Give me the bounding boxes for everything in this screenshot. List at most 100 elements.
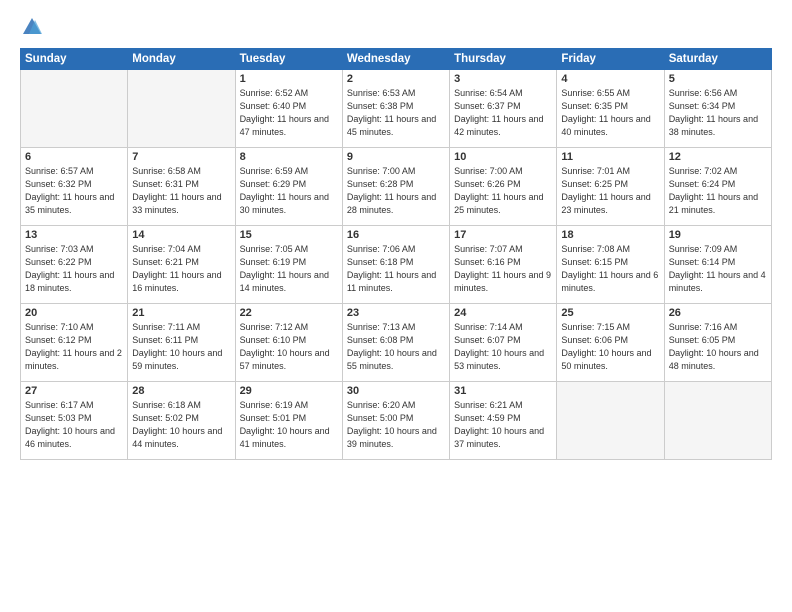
calendar-cell: 3 Sunrise: 6:54 AMSunset: 6:37 PMDaylight… xyxy=(450,70,557,148)
calendar-header-row: SundayMondayTuesdayWednesdayThursdayFrid… xyxy=(21,49,772,70)
calendar-cell: 14 Sunrise: 7:04 AMSunset: 6:21 PMDayligh… xyxy=(128,226,235,304)
day-number: 2 xyxy=(347,73,445,85)
logo-text xyxy=(20,16,43,38)
day-info: Sunrise: 6:20 AMSunset: 5:00 PMDaylight:… xyxy=(347,399,445,451)
calendar-week-1: 1Sunrise: 6:52 AMSunset: 6:40 PMDaylight… xyxy=(21,70,772,148)
day-number: 14 xyxy=(132,229,230,241)
day-number: 6 xyxy=(25,151,123,163)
day-info: Sunrise: 7:00 AMSunset: 6:26 PMDaylight:… xyxy=(454,165,552,217)
day-info: Sunrise: 7:14 AMSunset: 6:07 PMDaylight:… xyxy=(454,321,552,373)
day-number: 30 xyxy=(347,385,445,397)
day-info: Sunrise: 7:16 AMSunset: 6:05 PMDaylight:… xyxy=(669,321,767,373)
calendar-cell: 11 Sunrise: 7:01 AMSunset: 6:25 PMDayligh… xyxy=(557,148,664,226)
day-info: Sunrise: 7:02 AMSunset: 6:24 PMDaylight:… xyxy=(669,165,767,217)
calendar-cell: 13 Sunrise: 7:03 AMSunset: 6:22 PMDayligh… xyxy=(21,226,128,304)
calendar-cell: 12Sunrise: 7:02 AMSunset: 6:24 PMDayligh… xyxy=(664,148,771,226)
calendar-cell xyxy=(128,70,235,148)
day-number: 26 xyxy=(669,307,767,319)
day-info: Sunrise: 7:13 AMSunset: 6:08 PMDaylight:… xyxy=(347,321,445,373)
calendar-cell: 25 Sunrise: 7:15 AMSunset: 6:06 PMDayligh… xyxy=(557,304,664,382)
calendar-cell: 10 Sunrise: 7:00 AMSunset: 6:26 PMDayligh… xyxy=(450,148,557,226)
day-number: 5 xyxy=(669,73,767,85)
calendar-cell: 23 Sunrise: 7:13 AMSunset: 6:08 PMDayligh… xyxy=(342,304,449,382)
calendar-cell: 9 Sunrise: 7:00 AMSunset: 6:28 PMDaylight… xyxy=(342,148,449,226)
column-header-tuesday: Tuesday xyxy=(235,49,342,70)
day-info: Sunrise: 6:21 AMSunset: 4:59 PMDaylight:… xyxy=(454,399,552,451)
day-number: 10 xyxy=(454,151,552,163)
day-info: Sunrise: 6:17 AMSunset: 5:03 PMDaylight:… xyxy=(25,399,123,451)
column-header-saturday: Saturday xyxy=(664,49,771,70)
day-info: Sunrise: 7:09 AMSunset: 6:14 PMDaylight:… xyxy=(669,243,767,295)
day-info: Sunrise: 7:06 AMSunset: 6:18 PMDaylight:… xyxy=(347,243,445,295)
day-info: Sunrise: 7:04 AMSunset: 6:21 PMDaylight:… xyxy=(132,243,230,295)
day-info: Sunrise: 7:07 AMSunset: 6:16 PMDaylight:… xyxy=(454,243,552,295)
calendar-cell: 18Sunrise: 7:08 AMSunset: 6:15 PMDayligh… xyxy=(557,226,664,304)
day-number: 24 xyxy=(454,307,552,319)
day-info: Sunrise: 7:03 AMSunset: 6:22 PMDaylight:… xyxy=(25,243,123,295)
day-number: 9 xyxy=(347,151,445,163)
day-number: 23 xyxy=(347,307,445,319)
day-info: Sunrise: 6:52 AMSunset: 6:40 PMDaylight:… xyxy=(240,87,338,139)
calendar-cell: 27Sunrise: 6:17 AMSunset: 5:03 PMDayligh… xyxy=(21,382,128,460)
day-number: 20 xyxy=(25,307,123,319)
calendar-cell: 8 Sunrise: 6:59 AMSunset: 6:29 PMDaylight… xyxy=(235,148,342,226)
logo-icon xyxy=(21,16,43,38)
day-number: 3 xyxy=(454,73,552,85)
day-info: Sunrise: 7:08 AMSunset: 6:15 PMDaylight:… xyxy=(561,243,659,295)
logo xyxy=(20,16,43,38)
calendar-cell: 4 Sunrise: 6:55 AMSunset: 6:35 PMDaylight… xyxy=(557,70,664,148)
calendar-table: SundayMondayTuesdayWednesdayThursdayFrid… xyxy=(20,48,772,460)
column-header-wednesday: Wednesday xyxy=(342,49,449,70)
day-info: Sunrise: 6:19 AMSunset: 5:01 PMDaylight:… xyxy=(240,399,338,451)
calendar-cell: 29 Sunrise: 6:19 AMSunset: 5:01 PMDayligh… xyxy=(235,382,342,460)
calendar-cell: 20 Sunrise: 7:10 AMSunset: 6:12 PMDayligh… xyxy=(21,304,128,382)
day-number: 25 xyxy=(561,307,659,319)
calendar-week-4: 20 Sunrise: 7:10 AMSunset: 6:12 PMDayligh… xyxy=(21,304,772,382)
day-number: 13 xyxy=(25,229,123,241)
calendar-cell: 17 Sunrise: 7:07 AMSunset: 6:16 PMDayligh… xyxy=(450,226,557,304)
calendar-cell: 15 Sunrise: 7:05 AMSunset: 6:19 PMDayligh… xyxy=(235,226,342,304)
calendar-week-2: 6 Sunrise: 6:57 AMSunset: 6:32 PMDaylight… xyxy=(21,148,772,226)
day-number: 4 xyxy=(561,73,659,85)
calendar-cell: 30 Sunrise: 6:20 AMSunset: 5:00 PMDayligh… xyxy=(342,382,449,460)
calendar-cell: 22Sunrise: 7:12 AMSunset: 6:10 PMDayligh… xyxy=(235,304,342,382)
calendar-cell: 7Sunrise: 6:58 AMSunset: 6:31 PMDaylight… xyxy=(128,148,235,226)
day-number: 21 xyxy=(132,307,230,319)
day-number: 7 xyxy=(132,151,230,163)
day-number: 17 xyxy=(454,229,552,241)
calendar-cell: 5 Sunrise: 6:56 AMSunset: 6:34 PMDaylight… xyxy=(664,70,771,148)
calendar-cell: 24 Sunrise: 7:14 AMSunset: 6:07 PMDayligh… xyxy=(450,304,557,382)
day-number: 29 xyxy=(240,385,338,397)
calendar-cell xyxy=(664,382,771,460)
calendar-cell: 21 Sunrise: 7:11 AMSunset: 6:11 PMDayligh… xyxy=(128,304,235,382)
day-info: Sunrise: 7:01 AMSunset: 6:25 PMDaylight:… xyxy=(561,165,659,217)
calendar-week-3: 13 Sunrise: 7:03 AMSunset: 6:22 PMDayligh… xyxy=(21,226,772,304)
calendar-cell: 16 Sunrise: 7:06 AMSunset: 6:18 PMDayligh… xyxy=(342,226,449,304)
day-number: 11 xyxy=(561,151,659,163)
column-header-sunday: Sunday xyxy=(21,49,128,70)
day-info: Sunrise: 6:55 AMSunset: 6:35 PMDaylight:… xyxy=(561,87,659,139)
day-number: 15 xyxy=(240,229,338,241)
day-number: 22 xyxy=(240,307,338,319)
day-info: Sunrise: 7:11 AMSunset: 6:11 PMDaylight:… xyxy=(132,321,230,373)
day-info: Sunrise: 7:15 AMSunset: 6:06 PMDaylight:… xyxy=(561,321,659,373)
day-number: 16 xyxy=(347,229,445,241)
calendar-week-5: 27Sunrise: 6:17 AMSunset: 5:03 PMDayligh… xyxy=(21,382,772,460)
day-info: Sunrise: 6:57 AMSunset: 6:32 PMDaylight:… xyxy=(25,165,123,217)
day-info: Sunrise: 6:56 AMSunset: 6:34 PMDaylight:… xyxy=(669,87,767,139)
day-number: 8 xyxy=(240,151,338,163)
day-info: Sunrise: 7:10 AMSunset: 6:12 PMDaylight:… xyxy=(25,321,123,373)
day-info: Sunrise: 6:54 AMSunset: 6:37 PMDaylight:… xyxy=(454,87,552,139)
calendar-cell xyxy=(557,382,664,460)
day-info: Sunrise: 7:00 AMSunset: 6:28 PMDaylight:… xyxy=(347,165,445,217)
calendar-cell: 26 Sunrise: 7:16 AMSunset: 6:05 PMDayligh… xyxy=(664,304,771,382)
day-info: Sunrise: 7:05 AMSunset: 6:19 PMDaylight:… xyxy=(240,243,338,295)
day-info: Sunrise: 6:18 AMSunset: 5:02 PMDaylight:… xyxy=(132,399,230,451)
day-number: 19 xyxy=(669,229,767,241)
day-info: Sunrise: 6:59 AMSunset: 6:29 PMDaylight:… xyxy=(240,165,338,217)
calendar-cell: 2Sunrise: 6:53 AMSunset: 6:38 PMDaylight… xyxy=(342,70,449,148)
column-header-friday: Friday xyxy=(557,49,664,70)
day-number: 28 xyxy=(132,385,230,397)
calendar-cell: 19 Sunrise: 7:09 AMSunset: 6:14 PMDayligh… xyxy=(664,226,771,304)
header xyxy=(20,16,772,38)
